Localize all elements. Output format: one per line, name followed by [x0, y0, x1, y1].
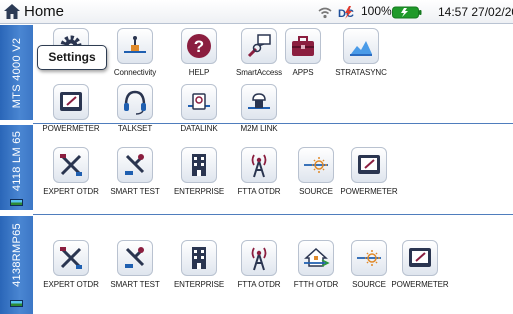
- gauge-icon: [402, 240, 438, 276]
- section-label: 4138RMP65: [10, 223, 23, 288]
- m2m-link-icon: [241, 84, 277, 120]
- toolbox-icon: [285, 28, 321, 64]
- clock: 14:57 27/02/2018: [438, 5, 513, 19]
- light-source-icon: [298, 147, 334, 183]
- light-source-icon: [351, 240, 387, 276]
- section-strip-mts4000: MTS 4000 V2: [0, 25, 33, 120]
- antenna-icon: [241, 147, 277, 183]
- app-powermeter-4118[interactable]: POWERMETER: [334, 147, 404, 205]
- datalink-icon: [181, 84, 217, 120]
- battery-icon: [392, 6, 422, 19]
- svg-text:?: ?: [194, 37, 204, 56]
- svg-text:DC: DC: [338, 8, 354, 20]
- battery-percent: 100%: [361, 4, 392, 18]
- page-title: Home: [24, 3, 65, 20]
- module-indicator-icon: [10, 300, 23, 307]
- building-icon: [181, 240, 217, 276]
- antenna-icon: [241, 240, 277, 276]
- app-connectivity[interactable]: Connectivity: [100, 28, 170, 86]
- app-smart-test[interactable]: SMART TEST: [100, 240, 170, 298]
- expert-otdr-icon: [53, 240, 89, 276]
- app-stratasync[interactable]: STRATASYNC: [326, 28, 396, 86]
- app-smart-test[interactable]: SMART TEST: [100, 147, 170, 205]
- building-icon: [181, 147, 217, 183]
- app-expert-otdr[interactable]: EXPERT OTDR: [36, 147, 106, 205]
- app-label: STRATASYNC: [335, 68, 387, 77]
- module-indicator-icon: [10, 199, 23, 206]
- wifi-icon: [318, 7, 332, 19]
- app-expert-otdr[interactable]: EXPERT OTDR: [36, 240, 106, 298]
- section-label: MTS 4000 V2: [10, 37, 23, 108]
- house-fiber-icon: [298, 240, 334, 276]
- gauge-icon: [351, 147, 387, 183]
- help-icon: ?: [181, 28, 217, 64]
- app-label: M2M LINK: [240, 124, 278, 133]
- dc-power-icon: DC: [338, 6, 354, 20]
- app-powermeter-4138[interactable]: POWERMETER: [385, 240, 455, 298]
- app-talkset[interactable]: TALKSET: [100, 84, 170, 142]
- section-strip-4118: 4118 LM 65: [0, 125, 33, 210]
- connectivity-icon: [117, 28, 153, 64]
- cloud-icon: [343, 28, 379, 64]
- app-m2m-link[interactable]: M2M LINK: [224, 84, 294, 142]
- headset-icon: [117, 84, 153, 120]
- smart-test-icon: [117, 147, 153, 183]
- expert-otdr-icon: [53, 147, 89, 183]
- smart-test-icon: [117, 240, 153, 276]
- section-divider: [33, 214, 513, 215]
- title-bar: Home DC 100% 14:57 27/02/2018: [0, 0, 513, 24]
- settings-tooltip: Settings: [37, 45, 107, 70]
- app-powermeter[interactable]: POWERMETER: [36, 84, 106, 142]
- app-label: POWERMETER: [391, 280, 449, 289]
- section-label: 4118 LM 65: [10, 130, 23, 191]
- gauge-icon: [53, 84, 89, 120]
- app-label: POWERMETER: [340, 187, 398, 196]
- home-icon[interactable]: [3, 3, 21, 20]
- section-strip-4138: 4138RMP65: [0, 216, 33, 314]
